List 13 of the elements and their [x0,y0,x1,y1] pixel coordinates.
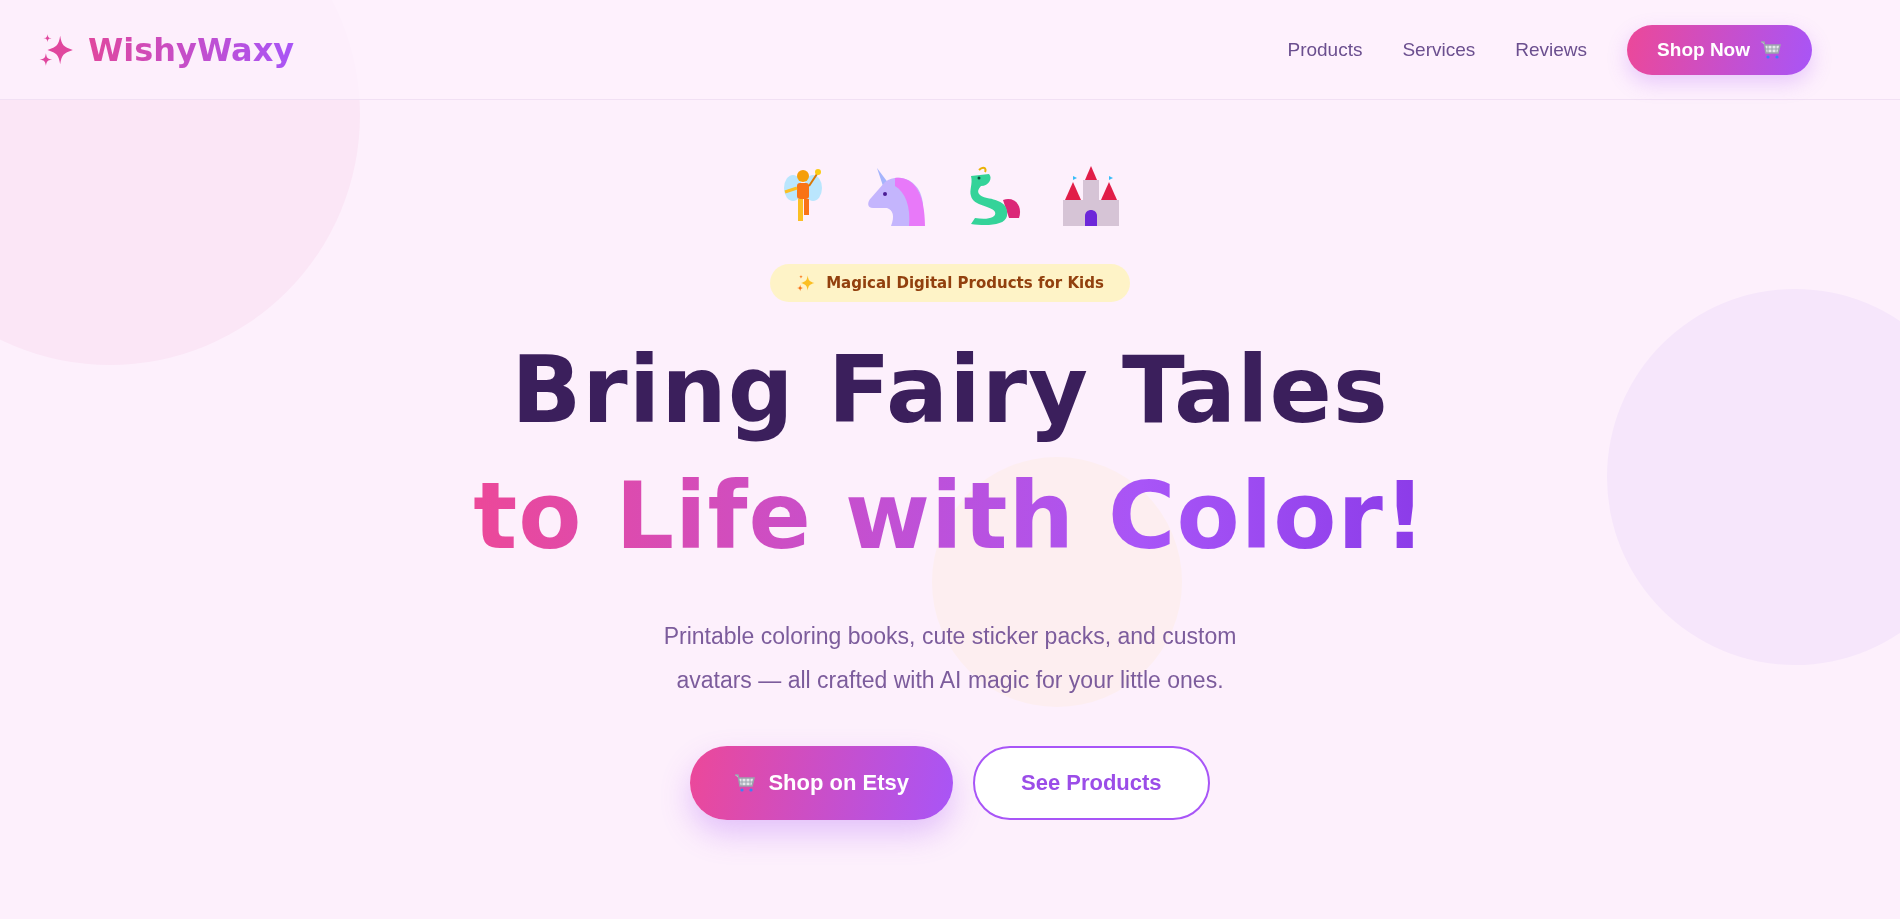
nav-link[interactable]: Products [1287,38,1363,61]
see-products-button[interactable]: See Products [972,746,1210,820]
shop-button[interactable]: Shop on Etsy [690,746,953,820]
nav-link[interactable]: Services [1402,38,1476,61]
nav-link[interactable]: Reviews [1515,38,1588,61]
hero-subtitle: Printable coloring books, cute sticker packs, and custom avatars — all crafted with AI magic for your little ones. [662,622,1238,695]
hero-headline: Bring Fairy Tales [511,336,1389,446]
cart-icon [734,773,757,793]
shop-now-button[interactable]: Shop Now [1627,24,1812,75]
cart-icon [1760,39,1782,60]
castle-icon [1063,166,1119,226]
unicorn-icon [865,166,925,226]
badge-text: Magical Digital Products for Kids [826,274,1104,292]
